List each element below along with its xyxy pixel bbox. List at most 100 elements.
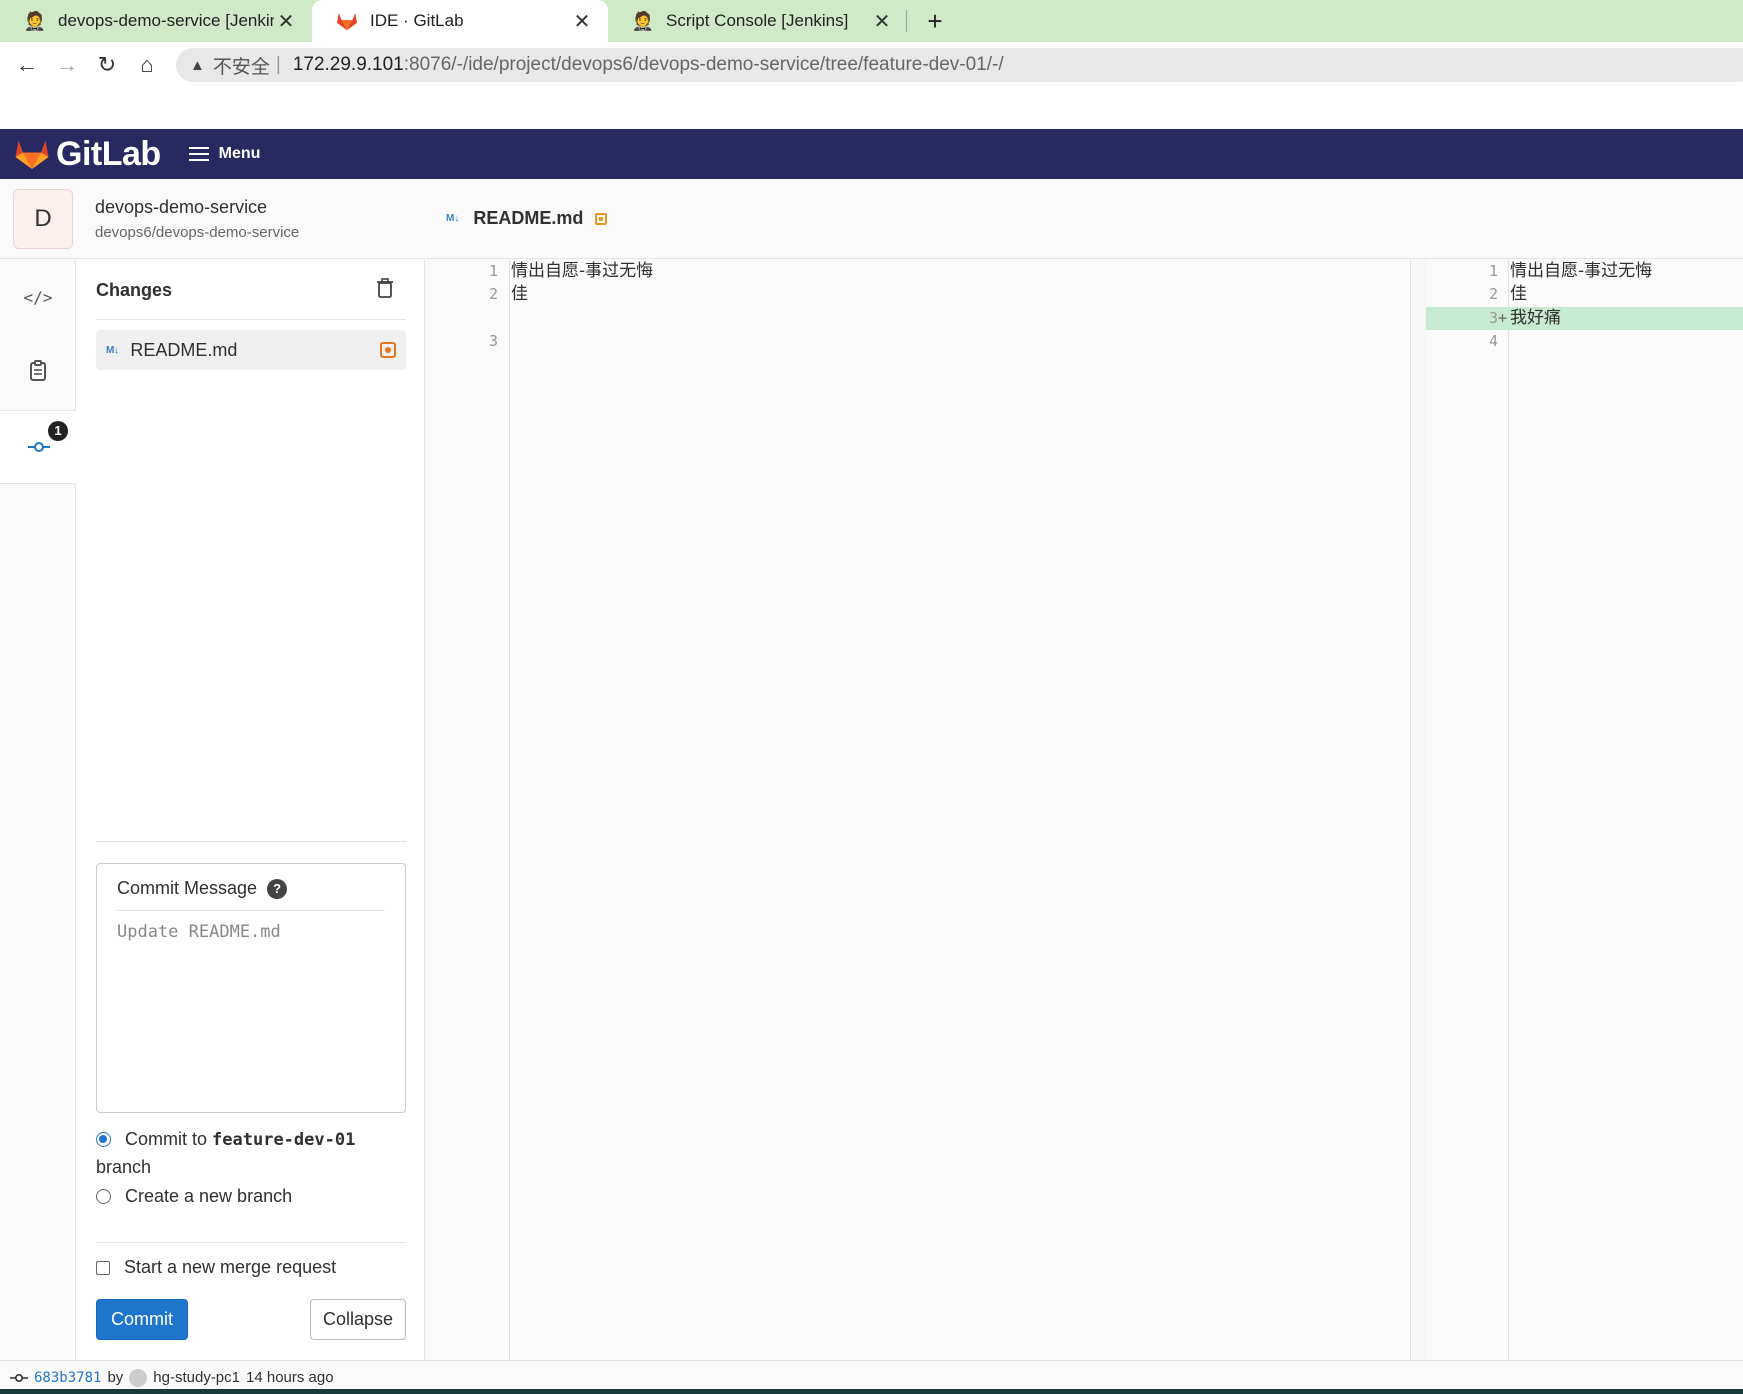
menu-label: Menu <box>218 145 261 162</box>
radio-selected[interactable] <box>96 1132 111 1147</box>
tab-separator <box>906 10 907 32</box>
project-avatar[interactable]: D <box>13 189 73 249</box>
browser-tab-script-console[interactable]: 🤵 Script Console [Jenkins] ✕ <box>608 0 908 42</box>
line-number: 3 <box>488 332 498 350</box>
ide-activity-bar: </> 1 <box>0 260 77 1360</box>
new-tab-icon[interactable]: + <box>920 6 950 36</box>
review-mode-button[interactable] <box>0 334 76 408</box>
line-number: 1 <box>1488 262 1498 280</box>
browser-tab-jenkins-devops[interactable]: 🤵 devops-demo-service [Jenkins] ✕ <box>0 0 312 42</box>
commit-to-label: Commit to feature-dev-01 <box>125 1129 356 1150</box>
project-header: D devops-demo-service devops6/devops-dem… <box>0 179 425 259</box>
gitlab-icon <box>336 10 358 32</box>
code-icon: </> <box>23 287 53 307</box>
line-number: 2 <box>488 285 498 303</box>
commit-to-branch-option[interactable]: Commit to feature-dev-01 <box>96 1129 355 1150</box>
browser-tab-bar: 🤵 devops-demo-service [Jenkins] ✕ IDE · … <box>0 0 1743 42</box>
divider <box>96 841 406 842</box>
back-icon[interactable]: ← <box>12 50 42 80</box>
branch-suffix-label: branch <box>96 1157 152 1177</box>
edit-mode-button[interactable]: </> <box>0 260 76 334</box>
file-modified-icon <box>595 212 608 225</box>
url-bar[interactable]: ▲ 不安全 | 172.29.9.101 :8076/-/ide/project… <box>176 48 1743 82</box>
radio-unselected[interactable] <box>96 1189 111 1204</box>
merge-request-checkbox[interactable] <box>96 1260 110 1275</box>
added-marker: + <box>1498 309 1508 327</box>
code-line: 2 佳 <box>426 283 1410 306</box>
changes-heading: Changes <box>96 280 173 300</box>
code-line: 4 <box>1426 330 1743 353</box>
gutter-divider <box>1508 260 1509 1360</box>
collapse-button[interactable]: Collapse <box>310 1299 406 1340</box>
gitlab-logo-text: GitLab <box>56 134 161 173</box>
diff-pane-divider <box>1410 260 1426 1360</box>
commit-author: hg-study-pc1 <box>153 1369 240 1386</box>
commit-sidebar: Changes M↓ README.md Commit Message ? Co… <box>76 260 425 1360</box>
line-number: 1 <box>488 262 498 280</box>
project-name[interactable]: devops-demo-service <box>95 197 267 218</box>
code-line-added: 3 + 我好痛 <box>1426 307 1743 330</box>
commit-mode-button[interactable]: 1 <box>0 410 77 484</box>
menu-button[interactable]: Menu <box>188 143 261 165</box>
line-number: 4 <box>1488 332 1498 350</box>
file-modified-icon <box>380 342 396 358</box>
gitlab-logo[interactable]: GitLab <box>14 135 161 174</box>
code-line: 1 情出自愿-事过无悔 <box>1426 260 1743 283</box>
project-path[interactable]: devops6/devops-demo-service <box>95 224 299 241</box>
commit-sha-link[interactable]: 683b3781 <box>34 1370 101 1386</box>
warning-icon: ▲ <box>190 56 205 74</box>
create-new-branch-option[interactable]: Create a new branch <box>96 1186 292 1207</box>
url-path: :8076/-/ide/project/devops6/devops-demo-… <box>403 54 1004 75</box>
commit-message-box: Commit Message ? <box>96 863 406 1113</box>
line-text: 情出自愿-事过无悔 <box>1510 261 1653 281</box>
hamburger-icon <box>188 143 209 165</box>
gitlab-top-bar: GitLab Menu <box>0 129 1743 179</box>
jenkins-icon: 🤵 <box>631 10 655 31</box>
commit-icon <box>10 1370 28 1386</box>
commit-message-label: Commit Message ? <box>117 878 288 899</box>
gitlab-tanuki-icon <box>15 140 49 169</box>
line-text: 我好痛 <box>1510 308 1561 328</box>
insecure-label: 不安全 <box>212 56 270 78</box>
line-number: 3 <box>1488 309 1498 327</box>
diff-original-pane[interactable]: 1 情出自愿-事过无悔 2 佳 3 <box>426 260 1410 1360</box>
line-text: 情出自愿-事过无悔 <box>511 261 654 281</box>
code-line: 2 佳 <box>1426 283 1743 306</box>
commit-icon <box>27 442 50 452</box>
line-number: 2 <box>1488 285 1498 303</box>
close-icon[interactable]: ✕ <box>870 9 894 34</box>
close-icon[interactable]: ✕ <box>570 9 594 34</box>
tab-title: IDE · GitLab <box>370 11 464 30</box>
diff-modified-pane[interactable]: 1 情出自愿-事过无悔 2 佳 3 + 我好痛 4 <box>1426 260 1743 1360</box>
editor-tab-bar: M↓ README.md <box>426 179 1743 259</box>
page-top-blank <box>0 88 1743 129</box>
create-new-branch-label: Create a new branch <box>125 1186 293 1206</box>
browser-tab-gitlab-ide[interactable]: IDE · GitLab ✕ <box>312 0 608 42</box>
clipboard-icon <box>30 360 46 381</box>
jenkins-icon: 🤵 <box>23 10 47 31</box>
home-icon[interactable]: ⌂ <box>132 50 162 80</box>
browser-toolbar: ← → ↻ ⌂ ▲ 不安全 | 172.29.9.101 :8076/-/ide… <box>0 42 1743 88</box>
avatar <box>129 1368 148 1387</box>
merge-request-label: Start a new merge request <box>124 1257 337 1277</box>
changes-count-badge: 1 <box>48 421 68 441</box>
markdown-icon: M↓ <box>106 344 119 356</box>
commit-message-label-text: Commit Message <box>117 878 258 898</box>
reload-icon[interactable]: ↻ <box>92 50 122 80</box>
url-host: 172.29.9.101 <box>292 54 404 75</box>
discard-all-button[interactable] <box>373 278 397 304</box>
trash-icon <box>377 278 393 298</box>
commit-message-input[interactable] <box>117 922 387 1102</box>
gutter-divider <box>509 260 510 1360</box>
line-text: 佳 <box>1510 284 1527 304</box>
help-icon[interactable]: ? <box>267 878 288 899</box>
commit-button[interactable]: Commit <box>96 1299 188 1340</box>
editor-tab-readme[interactable]: README.md <box>473 208 583 229</box>
start-merge-request-option[interactable]: Start a new merge request <box>96 1257 336 1278</box>
code-line: 3 <box>426 330 1410 353</box>
by-label: by <box>107 1369 124 1386</box>
changed-file-item[interactable]: M↓ README.md <box>96 330 406 370</box>
forward-icon[interactable]: → <box>52 50 82 80</box>
commit-time: 14 hours ago <box>246 1369 334 1386</box>
close-icon[interactable]: ✕ <box>274 9 298 34</box>
